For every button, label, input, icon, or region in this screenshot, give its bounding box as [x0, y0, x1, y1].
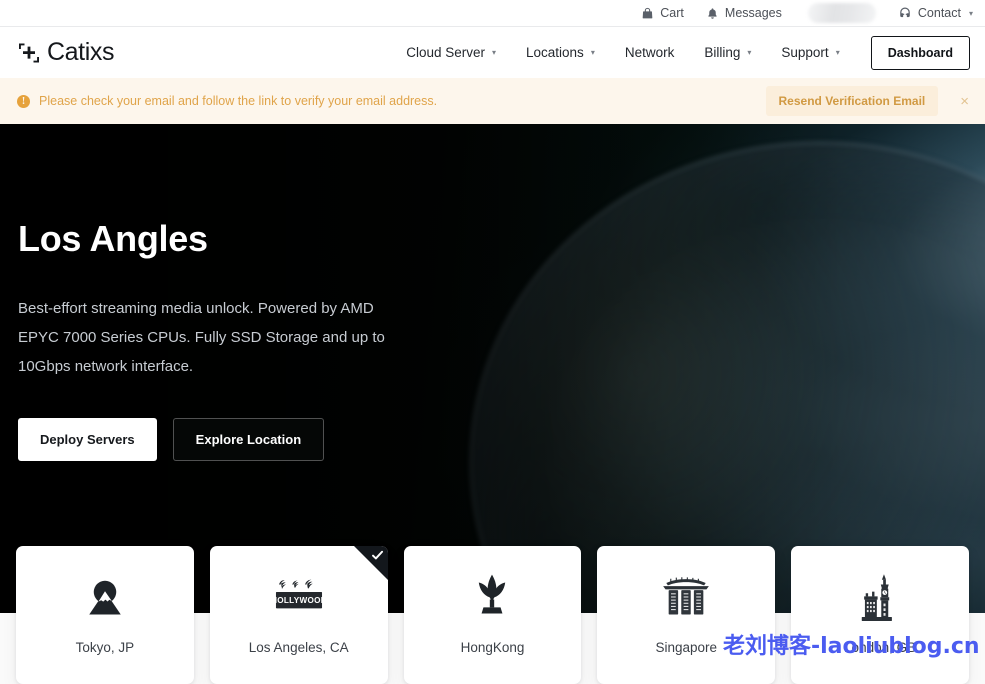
top-utility-bar: Cart Messages Contact ▾ — [0, 0, 985, 27]
chevron-down-icon: ▾ — [968, 8, 973, 18]
cart-label: Cart — [660, 6, 684, 20]
location-card-singapore[interactable]: Singapore — [597, 546, 776, 684]
deploy-servers-button[interactable]: Deploy Servers — [18, 418, 157, 461]
contact-menu[interactable]: Contact ▾ — [898, 6, 973, 20]
nav-item-locations[interactable]: Locations ▾ — [511, 45, 610, 60]
nav-item-support[interactable]: Support ▾ — [766, 45, 854, 60]
nav-label: Support — [781, 45, 829, 60]
location-label: Los Angeles, CA — [248, 640, 349, 655]
location-label: Tokyo, JP — [75, 640, 135, 655]
mount-fuji-icon — [81, 572, 129, 624]
location-card-hongkong[interactable]: HongKong — [403, 546, 582, 684]
nav-item-network[interactable]: Network — [610, 45, 690, 60]
chevron-down-icon: ▾ — [492, 48, 497, 57]
hero-content: Los Angles Best-effort streaming media u… — [18, 218, 388, 461]
main-navbar: Catixs Cloud Server ▾ Locations ▾ Networ… — [0, 27, 985, 78]
messages-link[interactable]: Messages — [706, 6, 782, 20]
chevron-down-icon: ▾ — [747, 48, 752, 57]
alert-actions: Resend Verification Email × — [765, 86, 985, 116]
close-icon[interactable]: × — [960, 94, 969, 109]
location-card-tokyo[interactable]: Tokyo, JP — [16, 546, 194, 684]
messages-label: Messages — [724, 6, 782, 20]
hero-title: Los Angles — [18, 218, 208, 259]
brand-name: Catixs — [47, 38, 115, 66]
check-icon — [371, 550, 383, 560]
page-root: Cart Messages Contact ▾ Catixs Cloud Ser… — [0, 0, 985, 684]
location-card-los-angeles[interactable]: HOLLYWOOD Los Angeles, CA — [209, 546, 388, 684]
location-label: London, GB — [844, 640, 917, 655]
chevron-down-icon: ▾ — [835, 48, 840, 57]
big-ben-icon — [857, 572, 903, 624]
explore-location-button[interactable]: Explore Location — [172, 418, 325, 461]
cart-link[interactable]: Cart — [641, 6, 684, 20]
account-name-redacted[interactable] — [807, 3, 876, 23]
nav-links: Cloud Server ▾ Locations ▾ Network Billi… — [391, 35, 985, 70]
location-label: HongKong — [460, 640, 525, 655]
plus-bracket-logo-icon — [17, 41, 41, 65]
exclamation-circle-icon: ! — [17, 94, 30, 108]
location-card-london[interactable]: London, GB — [791, 546, 969, 684]
svg-text:HOLLYWOOD: HOLLYWOOD — [273, 596, 325, 605]
nav-item-billing[interactable]: Billing ▾ — [689, 45, 766, 60]
hollywood-sign-icon: HOLLYWOOD — [273, 572, 325, 624]
nav-item-cloud-server[interactable]: Cloud Server ▾ — [391, 45, 511, 60]
cart-icon — [641, 7, 654, 20]
headset-icon — [898, 6, 912, 20]
nav-label: Billing — [704, 45, 741, 60]
contact-label: Contact — [917, 6, 961, 20]
nav-label: Locations — [526, 45, 584, 60]
email-verification-banner: ! Please check your email and follow the… — [0, 78, 985, 124]
resend-verification-email-button[interactable]: Resend Verification Email — [765, 86, 939, 116]
location-label: Singapore — [655, 640, 718, 655]
alert-message: Please check your email and follow the l… — [39, 94, 438, 108]
dashboard-button[interactable]: Dashboard — [870, 35, 970, 70]
location-cards: Tokyo, JP HOLLYWOOD Los Angeles, CA Hong… — [16, 546, 969, 684]
hero-buttons: Deploy Servers Explore Location — [18, 418, 388, 461]
chevron-down-icon: ▾ — [590, 48, 595, 57]
hero-section: Los Angles Best-effort streaming media u… — [0, 124, 985, 613]
hero-description: Best-effort streaming media unlock. Powe… — [18, 300, 385, 375]
marina-bay-sands-icon — [660, 572, 712, 624]
nav-label: Network — [624, 45, 675, 60]
bauhinia-flower-icon — [471, 572, 513, 624]
bell-icon — [706, 7, 719, 20]
brand-logo[interactable]: Catixs — [17, 38, 114, 67]
nav-label: Cloud Server — [406, 45, 485, 60]
